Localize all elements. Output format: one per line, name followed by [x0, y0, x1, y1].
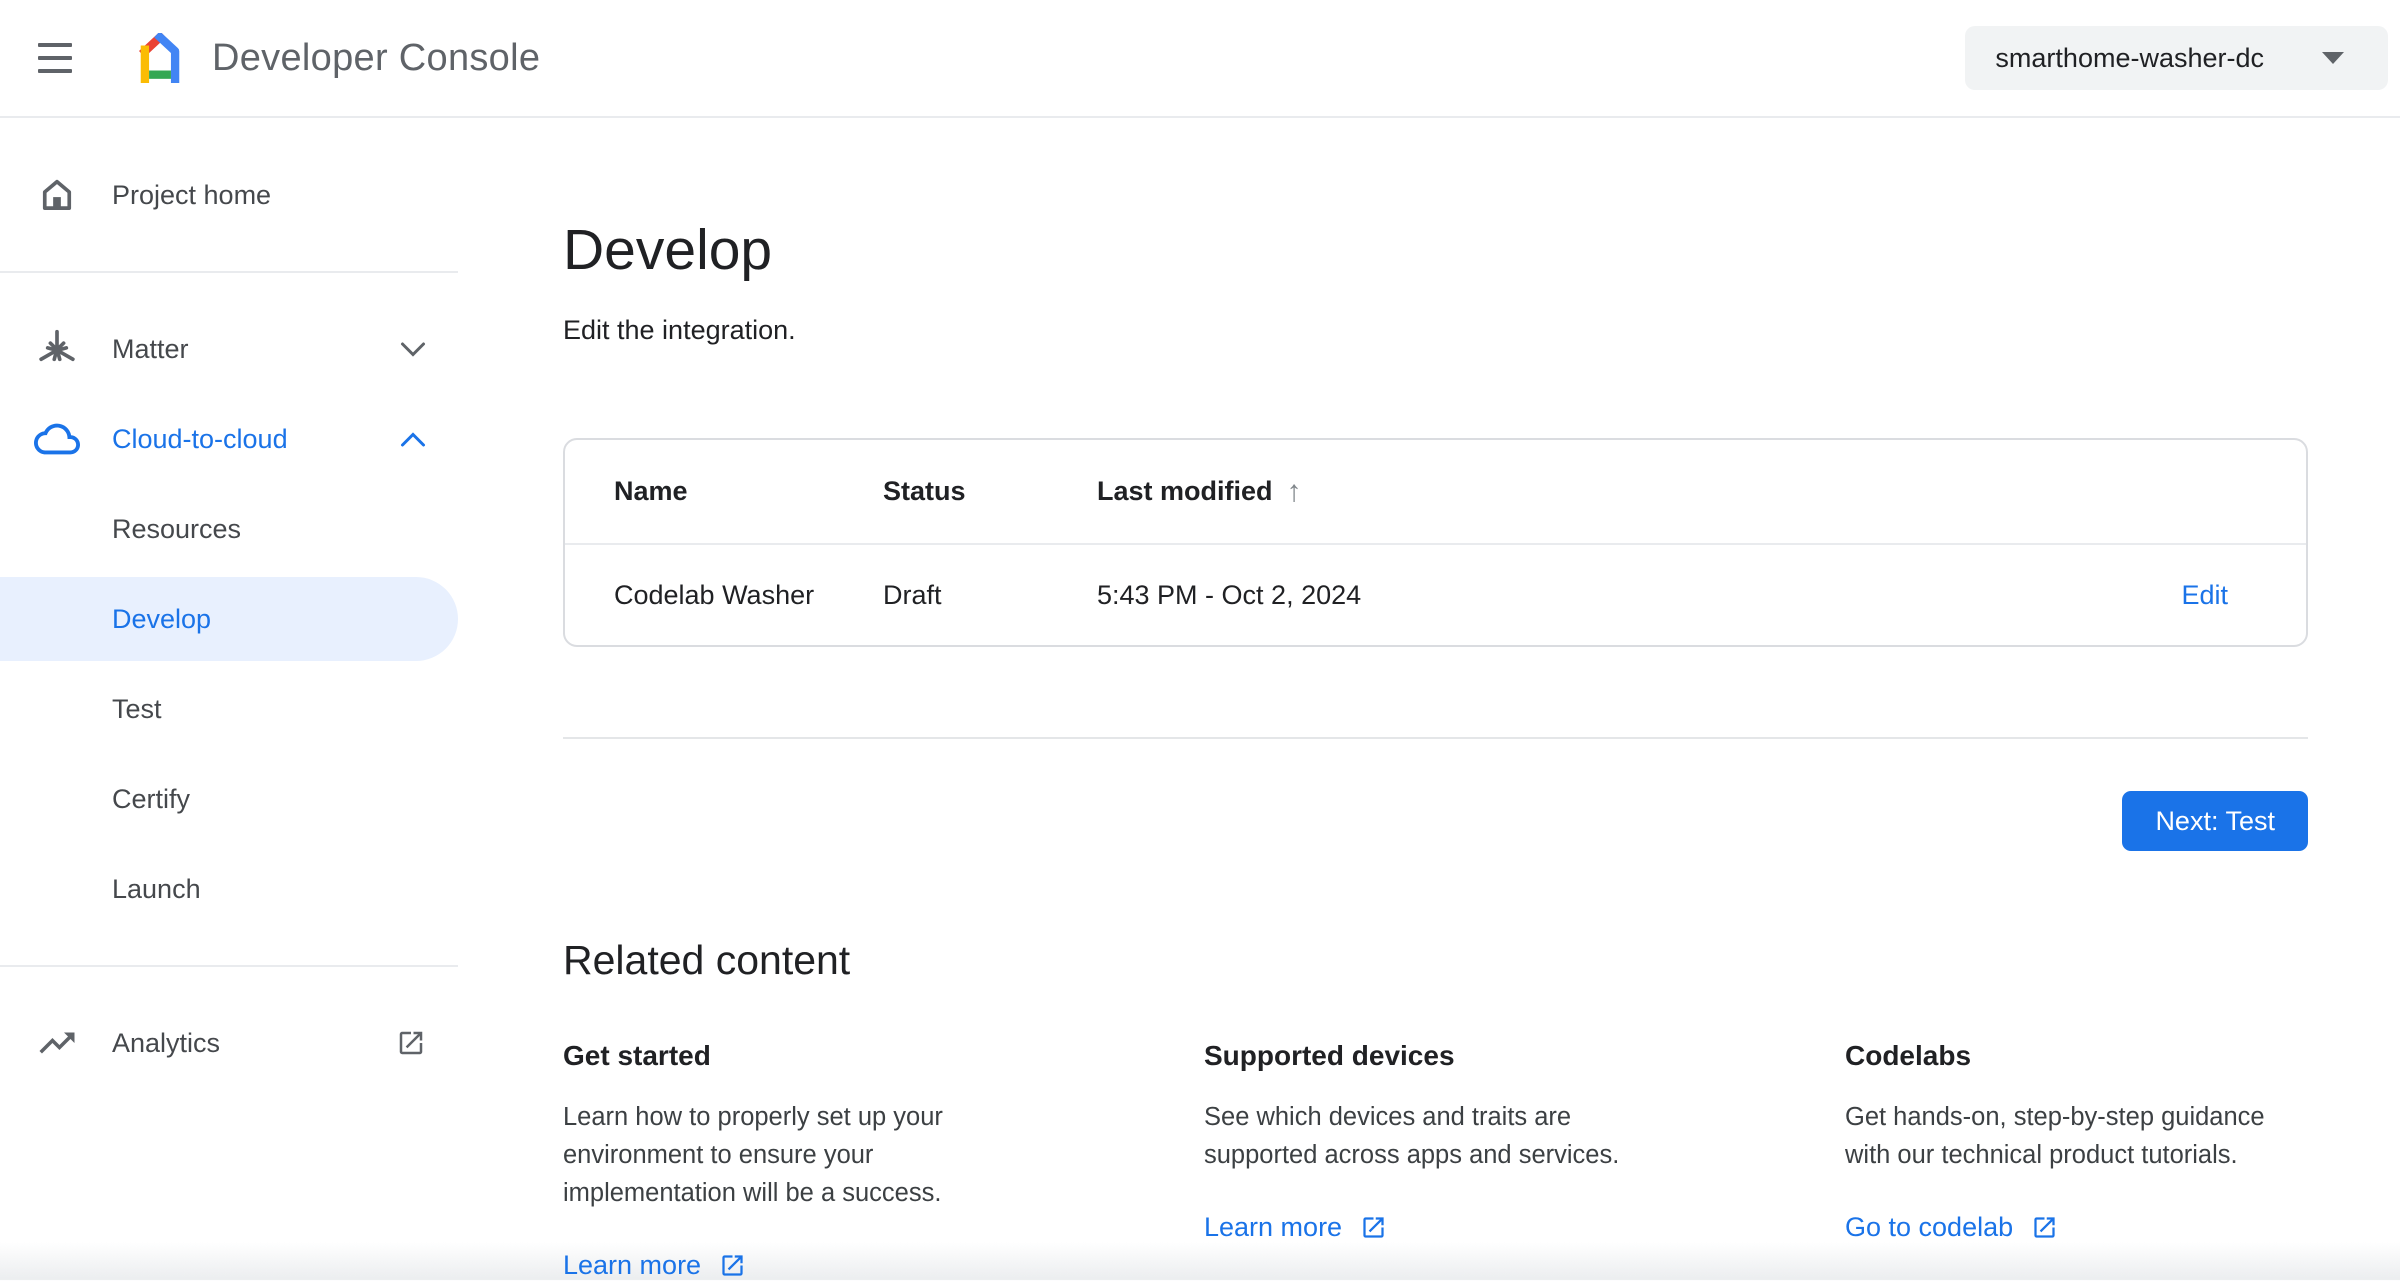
related-card-supported-devices: Supported devices See which devices and … — [1204, 1040, 1667, 1281]
external-link-icon — [2031, 1214, 2058, 1241]
sidebar-item-label: Resources — [112, 513, 242, 544]
card-body: See which devices and traits are support… — [1204, 1103, 1620, 1169]
sidebar-item-develop[interactable]: Develop — [0, 577, 458, 661]
app-header: Developer Console smarthome-washer-dc — [0, 0, 2400, 118]
trending-up-icon — [34, 1022, 80, 1064]
integrations-table: Name Status Last modified ↑ Codelab Wash… — [563, 438, 2308, 647]
learn-more-link[interactable]: Learn more — [563, 1250, 746, 1281]
project-selector[interactable]: smarthome-washer-dc — [1965, 26, 2388, 90]
sidebar-item-label: Matter — [112, 333, 189, 364]
column-header-name: Name — [614, 476, 688, 506]
column-header-status: Status — [883, 476, 966, 506]
sidebar-item-label: Develop — [112, 603, 212, 634]
card-body: Get hands-on, step-by-step guidance with… — [1845, 1103, 2265, 1169]
sidebar-item-label: Cloud-to-cloud — [112, 423, 288, 454]
table-row: Codelab Washer Draft 5:43 PM - Oct 2, 20… — [565, 543, 2306, 645]
cell-last-modified: 5:43 PM - Oct 2, 2024 — [1097, 579, 1362, 610]
menu-icon[interactable] — [38, 43, 72, 73]
cloud-icon — [34, 416, 80, 462]
card-title: Codelabs — [1845, 1040, 1972, 1071]
home-icon — [34, 174, 80, 216]
sidebar-item-cloud-to-cloud[interactable]: Cloud-to-cloud — [0, 394, 458, 484]
page-title: Develop — [563, 218, 773, 282]
caret-down-icon — [2322, 52, 2344, 64]
external-link-icon — [719, 1252, 746, 1279]
sidebar-item-analytics[interactable]: Analytics — [0, 998, 458, 1088]
next-test-button[interactable]: Next: Test — [2122, 791, 2308, 851]
sidebar-item-project-home[interactable]: Project home — [0, 150, 458, 240]
related-card-codelabs: Codelabs Get hands-on, step-by-step guid… — [1845, 1040, 2308, 1281]
sidebar-divider — [0, 271, 458, 273]
column-header-last-modified[interactable]: Last modified ↑ — [1097, 475, 2306, 509]
related-content-heading: Related content — [563, 937, 851, 983]
go-to-codelab-link[interactable]: Go to codelab — [1845, 1212, 2058, 1243]
external-link-icon — [396, 1028, 426, 1058]
cell-name: Codelab Washer — [614, 579, 815, 610]
sidebar-item-label: Certify — [112, 783, 191, 814]
chevron-down-icon — [400, 341, 426, 358]
sidebar-item-test[interactable]: Test — [0, 664, 458, 754]
chevron-up-icon — [400, 431, 426, 448]
cell-status: Draft — [883, 579, 942, 610]
edit-link[interactable]: Edit — [2181, 580, 2228, 611]
app-title: Developer Console — [212, 36, 541, 79]
matter-icon — [34, 327, 80, 371]
card-body: Learn how to properly set up your enviro… — [563, 1103, 943, 1207]
sidebar-item-label: Project home — [112, 179, 272, 210]
card-title: Get started — [563, 1040, 711, 1071]
sidebar-divider — [0, 965, 458, 967]
sort-ascending-icon: ↑ — [1286, 474, 1302, 508]
project-selector-value: smarthome-washer-dc — [1995, 42, 2264, 73]
learn-more-link[interactable]: Learn more — [1204, 1212, 1387, 1243]
table-header: Name Status Last modified ↑ — [565, 440, 2306, 543]
sidebar-item-label: Analytics — [112, 1027, 221, 1058]
sidebar-item-resources[interactable]: Resources — [0, 484, 458, 574]
page-subtitle: Edit the integration. — [563, 315, 796, 345]
sidebar: Project home Matter Cloud-to-cloud Resou… — [0, 118, 458, 1088]
sidebar-item-label: Test — [112, 693, 162, 724]
related-content-cards: Get started Learn how to properly set up… — [563, 1040, 2308, 1281]
google-home-logo — [134, 33, 186, 83]
sidebar-item-certify[interactable]: Certify — [0, 754, 458, 844]
section-divider — [563, 737, 2308, 739]
related-card-get-started: Get started Learn how to properly set up… — [563, 1040, 1026, 1281]
sidebar-item-label: Launch — [112, 873, 201, 904]
card-title: Supported devices — [1204, 1040, 1455, 1071]
sidebar-item-launch[interactable]: Launch — [0, 844, 458, 934]
main-content: Develop Edit the integration. Name Statu… — [458, 118, 2400, 1281]
sidebar-item-matter[interactable]: Matter — [0, 304, 458, 394]
external-link-icon — [1360, 1214, 1387, 1241]
